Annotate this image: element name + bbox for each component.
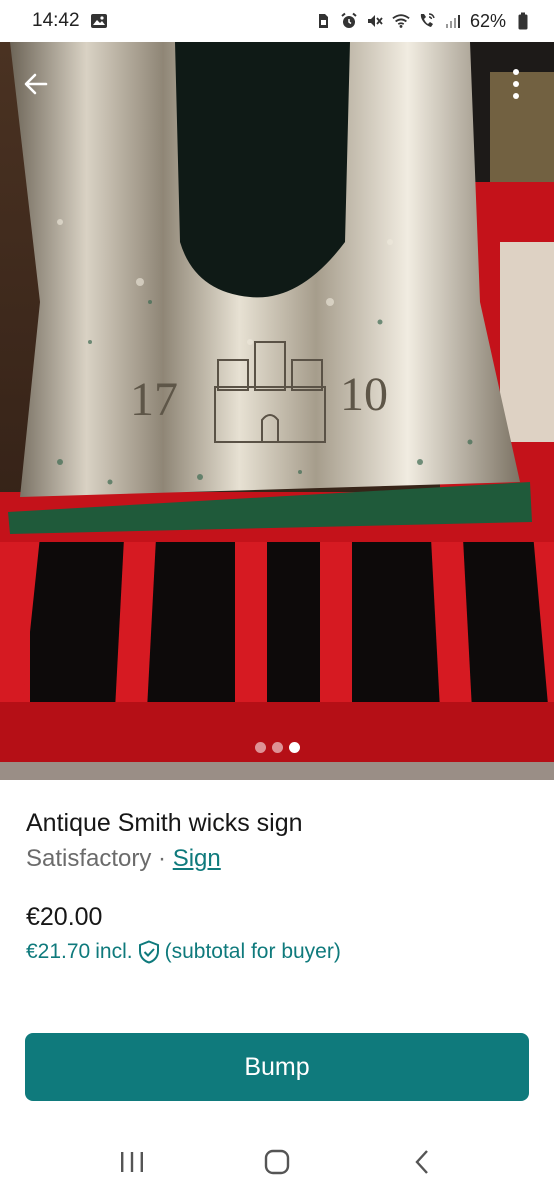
- item-condition: Satisfactory: [26, 845, 152, 872]
- home-button[interactable]: [247, 1132, 307, 1192]
- arrow-left-icon: [24, 73, 48, 95]
- mute-icon: [366, 12, 384, 30]
- image-icon: [90, 12, 108, 30]
- wifi-icon: [392, 12, 410, 30]
- back-nav-button[interactable]: [392, 1132, 452, 1192]
- brand-link[interactable]: Sign: [173, 845, 221, 872]
- engraving-left: 17: [130, 373, 178, 426]
- alarm-icon: [340, 12, 358, 30]
- status-bar: 14:42 62%: [0, 0, 554, 42]
- signal-icon: [444, 12, 462, 30]
- buyer-incl: incl.: [95, 940, 133, 963]
- bump-button[interactable]: Bump: [25, 1033, 529, 1101]
- product-photo[interactable]: 17 10: [0, 42, 554, 780]
- buyer-price: €21.70: [26, 940, 91, 963]
- wifi-call-icon: [418, 12, 436, 30]
- item-price: €20.00: [26, 903, 103, 931]
- photo-page-indicator: [0, 742, 554, 753]
- battery-icon: [514, 12, 532, 30]
- status-time: 14:42: [32, 10, 80, 31]
- recents-button[interactable]: [102, 1132, 162, 1192]
- chevron-left-icon: [415, 1150, 428, 1174]
- more-vertical-icon: [513, 69, 519, 99]
- home-icon: [264, 1149, 290, 1175]
- back-button[interactable]: [14, 62, 58, 106]
- item-info: Antique Smith wicks sign Satisfactory · …: [0, 780, 554, 967]
- item-title: Antique Smith wicks sign: [26, 809, 303, 837]
- system-nav-bar: [0, 1124, 554, 1200]
- battery-level: 62%: [469, 10, 506, 31]
- item-subline: Satisfactory · Sign: [26, 843, 528, 875]
- page-dot[interactable]: [254, 742, 266, 753]
- engraving-right: 10: [340, 368, 388, 421]
- recents-icon: [121, 1152, 144, 1172]
- buyer-price-row[interactable]: €21.70 incl. (subtotal for buyer): [26, 937, 528, 967]
- more-options-button[interactable]: [494, 62, 538, 106]
- page-dot[interactable]: [271, 742, 283, 753]
- shield-check-icon: [138, 940, 160, 964]
- sim-icon: [314, 12, 332, 30]
- page-dot-active[interactable]: [288, 742, 300, 753]
- buyer-note: (subtotal for buyer): [164, 940, 341, 963]
- separator: ·: [151, 845, 173, 872]
